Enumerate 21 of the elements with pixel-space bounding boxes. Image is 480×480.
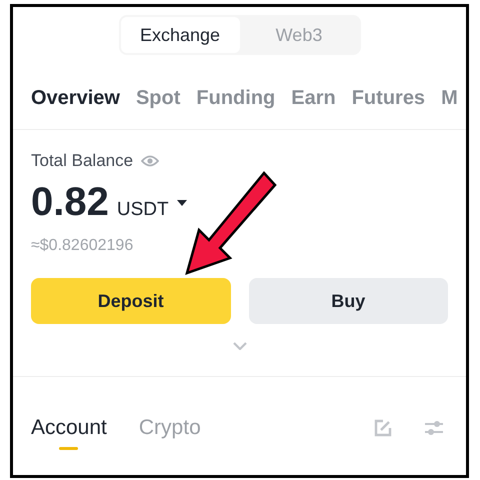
nav-tab[interactable]: Spot [136,83,180,113]
edit-icon[interactable] [374,418,392,436]
approx-value: ≈$0.82602196 [30,236,134,256]
nav-tab[interactable]: Funding [196,83,276,113]
nav-tab[interactable]: Futures [352,83,426,113]
currency-label: USDT [116,198,169,222]
dropdown-caret-icon[interactable] [176,200,187,206]
segment-tab[interactable]: Exchange [120,17,240,53]
nav-tab[interactable]: Overview [31,83,120,113]
sliders-icon[interactable] [424,418,444,436]
sub-tab[interactable]: Account [31,405,107,450]
sub-tab[interactable]: Crypto [138,405,201,450]
balance-label: Total Balance [31,150,134,172]
chevron-down-icon[interactable] [232,342,246,350]
deposit-button[interactable]: Deposit [31,278,230,324]
balance-amount: 0.82 [31,182,109,222]
nav-tab[interactable]: Earn [291,83,336,113]
nav-tab[interactable]: M [441,83,458,113]
buy-button[interactable]: Buy [248,278,448,324]
eye-icon[interactable] [141,154,160,168]
segment-tab[interactable]: Web3 [240,17,358,53]
